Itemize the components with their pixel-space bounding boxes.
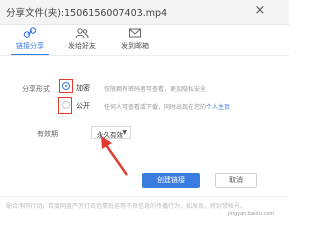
share-tabs: 链接分享 发给好友 发到邮箱 <box>0 24 289 56</box>
cancel-button[interactable]: 取消 <box>215 173 257 188</box>
public-option-title: 公开 <box>76 102 90 110</box>
homepage-link[interactable]: 个人主页 <box>206 104 230 111</box>
tab-label: 发给好友 <box>68 42 96 50</box>
watermark: jingyan.baidu.com <box>228 211 275 217</box>
annotation-arrow <box>101 136 128 176</box>
close-icon[interactable]: × <box>253 4 267 18</box>
tab-label: 链接分享 <box>16 42 44 50</box>
tab-send-friends[interactable]: 发给好友 <box>57 24 107 56</box>
friends-icon <box>75 28 89 39</box>
public-radio[interactable] <box>62 101 70 109</box>
mail-icon <box>129 28 141 38</box>
link-icon <box>23 27 37 38</box>
tab-label: 发到邮箱 <box>121 42 149 50</box>
footer-divider <box>0 196 289 197</box>
dialog-title: 分享文件(夹):1506156007403.mp4 <box>6 8 168 19</box>
encrypt-option-desc: 仅限拥有密码者可查看，更加隐私安全 <box>104 86 207 93</box>
encrypt-option-title: 加密 <box>76 84 90 92</box>
create-link-button[interactable]: 创建链接 <box>142 173 200 188</box>
footer-notice: 配合净网行动，百度网盘严厉打击色情低俗等不良信息的传播行为，如发现，将封禁帐号。 <box>6 203 247 210</box>
public-option-desc: 任何人可查看或下载，同时出现在您的个人主页 <box>104 102 230 111</box>
tab-send-email[interactable]: 发到邮箱 <box>110 24 160 56</box>
encrypt-radio[interactable] <box>62 82 70 90</box>
tabs-divider <box>0 55 289 56</box>
dialog-titlebar: 分享文件(夹):1506156007403.mp4 × <box>0 0 289 25</box>
public-desc-text: 任何人可查看或下载，同时出现在您的 <box>104 104 207 111</box>
validity-label: 有效期 <box>37 130 58 138</box>
tab-link-share[interactable]: 链接分享 <box>5 24 55 56</box>
share-form-label: 分享形式 <box>22 85 50 93</box>
